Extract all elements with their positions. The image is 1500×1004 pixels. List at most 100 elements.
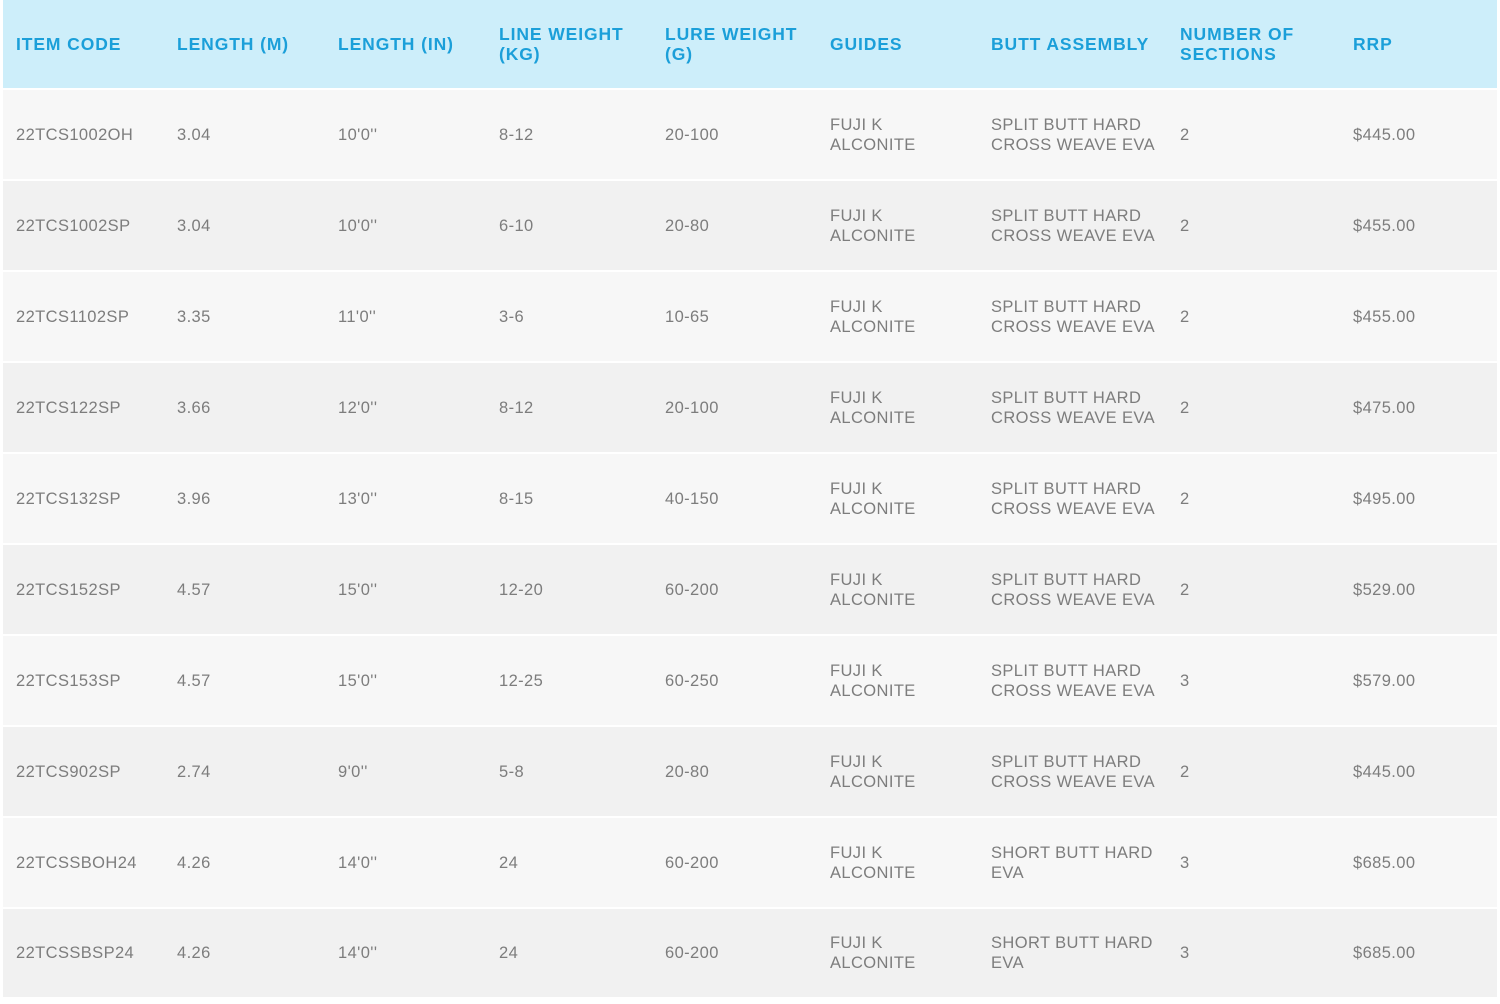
length-in-cell: 9'0''	[325, 727, 486, 818]
item-code-cell: 22TCS902SP	[3, 727, 164, 818]
rod-spec-table: ITEM CODE LENGTH (M) LENGTH (IN) LINE WE…	[3, 0, 1497, 997]
guides-cell-text: FUJI K	[830, 206, 883, 225]
guides-cell-text: FUJI K	[830, 661, 883, 680]
lure-weight-cell: 20-80	[652, 181, 817, 272]
guides-cell-text: FUJI K	[830, 843, 883, 862]
lure-weight-cell-text: 60-200	[665, 853, 719, 872]
length-m-cell-text: 4.57	[177, 671, 211, 690]
rrp-cell-text: $495.00	[1353, 489, 1416, 508]
item-code-cell-text: 22TCS152SP	[16, 580, 121, 599]
length-m-cell-text: 3.04	[177, 125, 211, 144]
guides-cell-text: FUJI K	[830, 570, 883, 589]
item-code-cell: 22TCS152SP	[3, 545, 164, 636]
rrp-cell: $685.00	[1340, 818, 1497, 909]
sections-cell: 3	[1167, 636, 1340, 727]
item-code-cell: 22TCSSBOH24	[3, 818, 164, 909]
sections-cell: 2	[1167, 545, 1340, 636]
butt-assembly-cell-text: SHORT BUTT HARD	[991, 843, 1153, 862]
item-code-cell-text: 22TCS1002SP	[16, 216, 131, 235]
header-butt-assembly: BUTT ASSEMBLY	[978, 0, 1167, 90]
item-code-cell: 22TCS122SP	[3, 363, 164, 454]
header-length-m: LENGTH (M)	[164, 0, 325, 90]
sections-cell-text: 2	[1180, 307, 1190, 326]
table-row: 22TCSSBOH24 4.26 14'0'' 24 60-200 FUJI K ALCON…	[3, 818, 1497, 909]
guides-cell-text: FUJI K	[830, 388, 883, 407]
length-in-cell: 15'0''	[325, 545, 486, 636]
butt-assembly-cell: SHORT BUTT HARD EVA	[978, 818, 1167, 909]
rrp-cell-text: $455.00	[1353, 216, 1416, 235]
length-in-cell-text: 14'0''	[338, 944, 378, 962]
length-m-cell-text: 4.26	[177, 853, 211, 872]
line-weight-cell-text: 12-20	[499, 580, 544, 599]
rrp-cell: $445.00	[1340, 90, 1497, 181]
length-m-cell: 4.26	[164, 818, 325, 909]
butt-assembly-cell-text: EVA	[991, 954, 1024, 972]
rrp-cell-text: $685.00	[1353, 853, 1416, 872]
table-row: 22TCS1002OH 3.04 10'0'' 8-12 20-100 FUJI K ALC…	[3, 90, 1497, 181]
line-weight-cell-text: 8-12	[499, 125, 534, 144]
length-in-cell: 10'0''	[325, 181, 486, 272]
lure-weight-cell-text: 20-100	[665, 125, 719, 144]
lure-weight-cell-text: 20-80	[665, 762, 710, 781]
sections-cell-text: 2	[1180, 489, 1190, 508]
header-length-in: LENGTH (IN)	[325, 0, 486, 90]
length-in-cell-text: 10'0''	[338, 125, 378, 144]
item-code-cell-text: 22TCS132SP	[16, 489, 121, 508]
table-header: ITEM CODE LENGTH (M) LENGTH (IN) LINE WE…	[3, 0, 1497, 90]
butt-assembly-cell: SPLIT BUTT HARD CROSS WEAVE EVA	[978, 363, 1167, 454]
length-in-cell-text: 11'0''	[338, 307, 377, 326]
item-code-cell: 22TCS153SP	[3, 636, 164, 727]
lure-weight-cell-text: 40-150	[665, 489, 719, 508]
line-weight-cell: 8-15	[486, 454, 652, 545]
butt-assembly-cell-text: CROSS WEAVE EVA	[991, 590, 1156, 609]
lure-weight-cell-text: 60-250	[665, 671, 719, 690]
length-m-cell: 4.57	[164, 636, 325, 727]
sections-cell-text: 2	[1180, 762, 1190, 781]
sections-cell-text: 2	[1180, 580, 1190, 599]
length-m-cell: 3.04	[164, 181, 325, 272]
header-item-code: ITEM CODE	[3, 0, 164, 90]
length-in-cell: 11'0''	[325, 272, 486, 363]
lure-weight-cell: 60-250	[652, 636, 817, 727]
guides-cell: FUJI K ALCONITE	[817, 545, 978, 636]
butt-assembly-cell: SPLIT BUTT HARD CROSS WEAVE EVA	[978, 545, 1167, 636]
guides-cell-text: FUJI K	[830, 752, 883, 771]
line-weight-cell-text: 5-8	[499, 762, 525, 781]
guides-cell-text: FUJI K	[830, 115, 883, 134]
rrp-cell-text: $445.00	[1353, 125, 1416, 144]
rrp-cell: $475.00	[1340, 363, 1497, 454]
length-m-cell-text: 3.04	[177, 216, 211, 235]
item-code-cell: 22TCS132SP	[3, 454, 164, 545]
lure-weight-cell-text: 10-65	[665, 307, 710, 326]
table-row: 22TCS902SP 2.74 9'0'' 5-8 20-80 FUJI K ALCONIT…	[3, 727, 1497, 818]
guides-cell-text: ALCONITE	[830, 499, 916, 518]
guides-cell-text: ALCONITE	[830, 954, 916, 972]
line-weight-cell-text: 24	[499, 853, 519, 872]
length-in-cell-text: 15'0''	[338, 580, 378, 599]
sections-cell-text: 2	[1180, 216, 1190, 235]
header-number-of-sections: NUMBER OF SECTIONS	[1167, 0, 1340, 90]
line-weight-cell: 6-10	[486, 181, 652, 272]
item-code-cell-text: 22TCS122SP	[16, 398, 121, 417]
guides-cell: FUJI K ALCONITE	[817, 727, 978, 818]
sections-cell: 2	[1167, 181, 1340, 272]
table-row: 22TCS1002SP 3.04 10'0'' 6-10 20-80 FUJI K ALCO…	[3, 181, 1497, 272]
guides-cell: FUJI K ALCONITE	[817, 454, 978, 545]
butt-assembly-cell: SPLIT BUTT HARD CROSS WEAVE EVA	[978, 636, 1167, 727]
header-rrp: RRP	[1340, 0, 1497, 90]
guides-cell-text: ALCONITE	[830, 681, 916, 700]
sections-cell: 2	[1167, 363, 1340, 454]
item-code-cell-text: 22TCSSBOH24	[16, 853, 137, 872]
butt-assembly-cell-text: CROSS WEAVE EVA	[991, 135, 1156, 154]
line-weight-cell: 12-25	[486, 636, 652, 727]
length-m-cell-text: 4.26	[177, 944, 211, 962]
guides-cell-text: ALCONITE	[830, 135, 916, 154]
butt-assembly-cell-text: CROSS WEAVE EVA	[991, 408, 1156, 427]
guides-cell-text: FUJI K	[830, 934, 883, 952]
butt-assembly-cell-text: SPLIT BUTT HARD	[991, 388, 1142, 407]
guides-cell-text: FUJI K	[830, 479, 883, 498]
guides-cell-text: ALCONITE	[830, 590, 916, 609]
butt-assembly-cell-text: CROSS WEAVE EVA	[991, 772, 1156, 791]
lure-weight-cell-text: 60-200	[665, 944, 719, 962]
line-weight-cell: 24	[486, 909, 652, 997]
